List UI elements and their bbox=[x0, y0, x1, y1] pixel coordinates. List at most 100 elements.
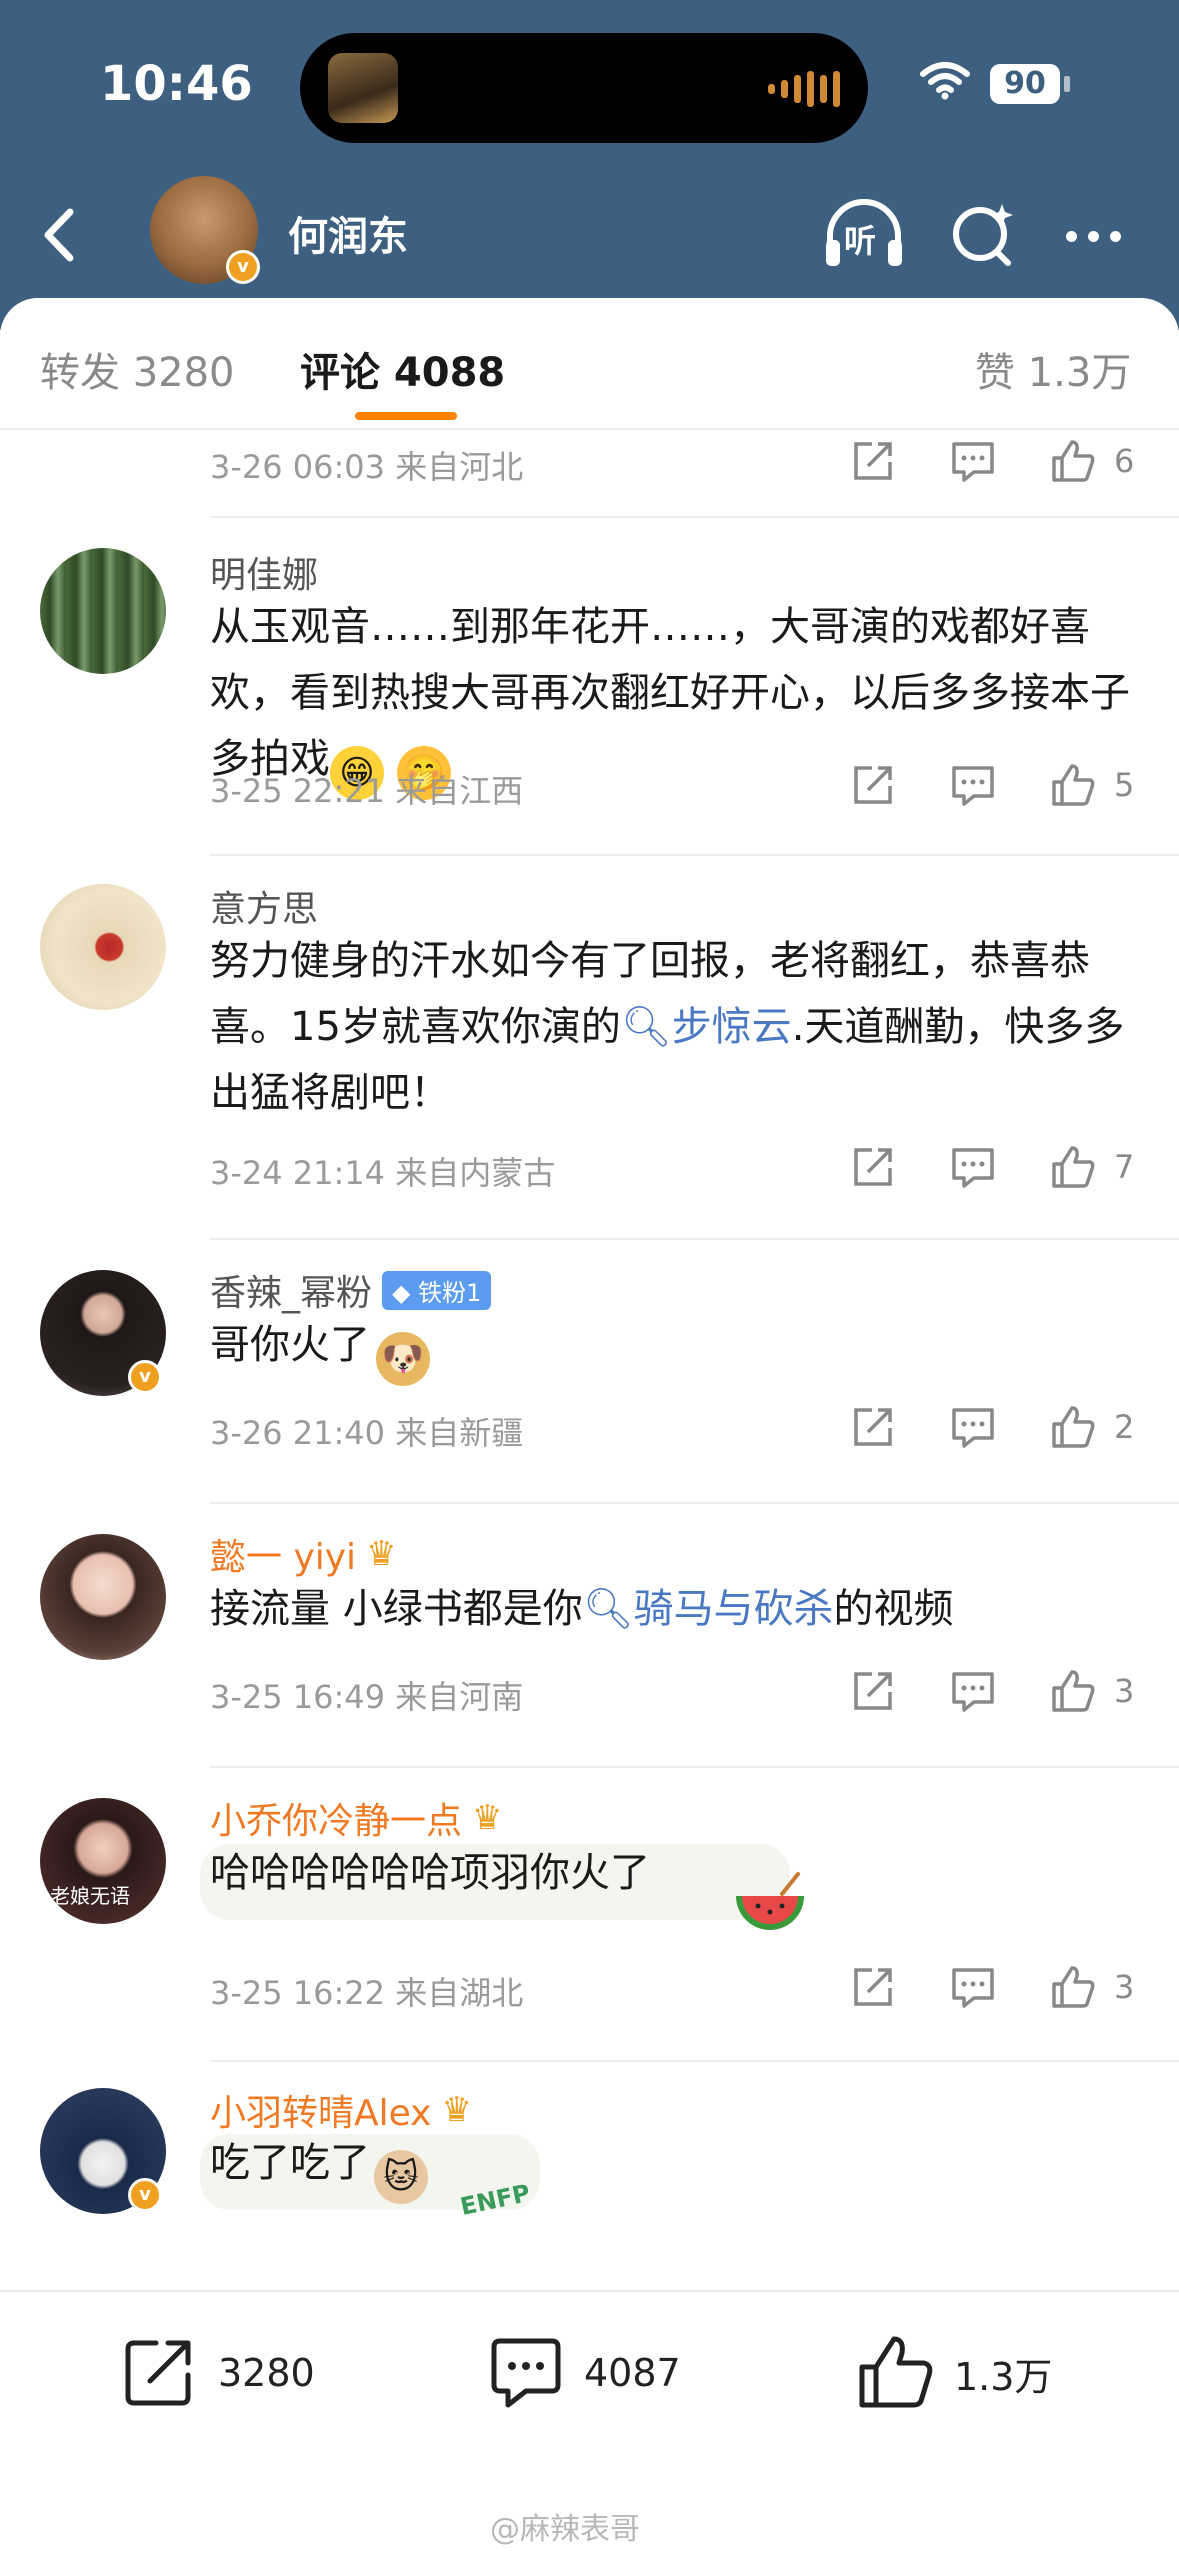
like-icon[interactable] bbox=[1050, 438, 1096, 484]
topic-label: 步惊云 bbox=[671, 1004, 792, 1050]
header: 10:46 90 v 何润东 听 bbox=[0, 0, 1179, 330]
commenter-avatar[interactable]: 老娘无语 bbox=[40, 1798, 166, 1924]
avatar-caption: 老娘无语 bbox=[50, 1884, 130, 1908]
share-icon[interactable] bbox=[850, 438, 896, 484]
divider bbox=[210, 1502, 1179, 1504]
commenter-name[interactable]: 小羽转晴Alex ♛ bbox=[210, 2084, 472, 2136]
like-count-total: 1.3万 bbox=[954, 2354, 1053, 2399]
back-icon[interactable] bbox=[30, 200, 100, 270]
comment-meta: 3-24 21:14 来自内蒙古 bbox=[210, 1154, 556, 1192]
crown-icon: ♛ bbox=[472, 1798, 503, 1838]
comment-text: 吃了吃了 🐱 bbox=[210, 2130, 1130, 2204]
comment-button[interactable]: 4087 bbox=[486, 2328, 681, 2418]
crown-icon: ♛ bbox=[366, 1534, 397, 1574]
listen-button[interactable]: 听 bbox=[822, 194, 906, 274]
comment-text-content: 吃了吃了 bbox=[210, 2140, 370, 2186]
commenter-name[interactable]: 香辣_幂粉 ◆ 铁粉1 bbox=[210, 1264, 492, 1316]
commenter-avatar[interactable] bbox=[40, 884, 166, 1010]
watermelon-sticker-icon bbox=[736, 1872, 804, 1930]
topic-link[interactable]: 🔍︎骑马与砍杀 bbox=[583, 1586, 834, 1632]
comment-text: 努力健身的汗水如今有了回报，老将翻红，恭喜恭喜。15岁就喜欢你演的🔍︎步惊云.天… bbox=[210, 928, 1130, 1126]
commenter-name[interactable]: 意方思 bbox=[210, 880, 318, 932]
comment-text-content: 哈哈哈哈哈哈项羽你火了 bbox=[210, 1850, 650, 1896]
share-icon[interactable] bbox=[850, 762, 896, 808]
comment-actions: 3 bbox=[840, 1964, 1160, 2024]
listen-label: 听 bbox=[844, 222, 877, 260]
search-icon[interactable] bbox=[948, 194, 1018, 274]
verified-badge-icon: v bbox=[226, 250, 260, 284]
status-bar: 10:46 90 bbox=[0, 0, 1179, 175]
like-icon[interactable] bbox=[1050, 1144, 1096, 1190]
comment-meta: 3-25 16:49 来自河南 bbox=[210, 1678, 524, 1716]
reply-icon[interactable] bbox=[950, 1964, 996, 2010]
divider bbox=[210, 1238, 1179, 1240]
more-options-icon[interactable] bbox=[1066, 216, 1136, 256]
comment-meta: 3-25 16:22 来自湖北 bbox=[210, 1974, 524, 2012]
topic-link[interactable]: 🔍︎步惊云 bbox=[621, 1004, 792, 1050]
commenter-name[interactable]: 小乔你冷静一点 ♛ bbox=[210, 1792, 503, 1844]
commenter-avatar[interactable] bbox=[40, 1534, 166, 1660]
like-count: 7 bbox=[1114, 1148, 1135, 1186]
comment-text: 哥你火了 🐶 bbox=[210, 1312, 1130, 1386]
commenter-avatar[interactable] bbox=[40, 548, 166, 674]
tab-like[interactable]: 赞 1.3万 bbox=[975, 340, 1131, 398]
reply-icon[interactable] bbox=[950, 1668, 996, 1714]
tab-comment[interactable]: 评论 4088 bbox=[300, 340, 505, 398]
comments-card: 转发 3280 评论 4088 赞 1.3万 3-26 06:03 来自河北 6… bbox=[0, 298, 1179, 2556]
topic-label: 骑马与砍杀 bbox=[633, 1586, 834, 1632]
like-icon[interactable] bbox=[1050, 1964, 1096, 2010]
reply-icon[interactable] bbox=[950, 1144, 996, 1190]
like-count: 3 bbox=[1114, 1968, 1135, 2006]
commenter-name[interactable]: 明佳娜 bbox=[210, 546, 318, 598]
comment-icon bbox=[491, 2338, 561, 2408]
watermark: @麻辣表哥 bbox=[490, 2512, 640, 2547]
wifi-icon bbox=[920, 62, 970, 100]
divider bbox=[210, 2060, 1179, 2062]
reply-icon[interactable] bbox=[950, 1404, 996, 1450]
comment-text: 哈哈哈哈哈哈项羽你火了 bbox=[210, 1840, 1130, 1906]
tab-bar: 转发 3280 评论 4088 赞 1.3万 bbox=[0, 298, 1179, 430]
commenter-name[interactable]: 懿一 yiyi ♛ bbox=[210, 1528, 397, 1580]
share-icon[interactable] bbox=[850, 1964, 896, 2010]
bottom-action-bar: 3280 4087 1.3万 @麻辣表哥 bbox=[0, 2290, 1179, 2556]
like-count: 6 bbox=[1114, 442, 1135, 480]
like-count: 2 bbox=[1114, 1408, 1135, 1446]
reply-icon[interactable] bbox=[950, 438, 996, 484]
like-count: 5 bbox=[1114, 766, 1135, 804]
share-icon[interactable] bbox=[850, 1668, 896, 1714]
crown-icon: ♛ bbox=[441, 2090, 472, 2130]
fan-level-badge: ◆ 铁粉1 bbox=[382, 1270, 492, 1310]
verified-badge-icon: v bbox=[128, 1360, 162, 1394]
like-icon[interactable] bbox=[1050, 762, 1096, 808]
comment-actions: 2 bbox=[840, 1404, 1160, 1464]
share-icon[interactable] bbox=[850, 1404, 896, 1450]
comment-count: 4087 bbox=[584, 2351, 681, 2395]
tab-repost[interactable]: 转发 3280 bbox=[40, 340, 235, 398]
active-tab-indicator bbox=[355, 412, 457, 420]
comment-actions: 5 bbox=[840, 762, 1160, 822]
cat-sticker-icon: 🐱 bbox=[374, 2150, 428, 2204]
like-icon[interactable] bbox=[1050, 1668, 1096, 1714]
like-icon[interactable] bbox=[1050, 1404, 1096, 1450]
author-name[interactable]: 何润东 bbox=[288, 204, 408, 262]
dynamic-island[interactable] bbox=[300, 33, 868, 143]
divider bbox=[210, 854, 1179, 856]
like-button[interactable]: 1.3万 bbox=[856, 2328, 1052, 2418]
comment-actions: 6 bbox=[840, 438, 1160, 498]
verified-badge-icon: v bbox=[128, 2178, 162, 2212]
author-avatar[interactable]: v bbox=[150, 176, 260, 284]
nav-bar: v 何润东 听 bbox=[0, 170, 1179, 300]
repost-button[interactable]: 3280 bbox=[120, 2328, 315, 2418]
battery-tip bbox=[1064, 76, 1070, 92]
comment-text-part: 的视频 bbox=[833, 1586, 954, 1632]
commenter-name-text: 懿一 yiyi bbox=[210, 1537, 357, 1578]
share-icon[interactable] bbox=[850, 1144, 896, 1190]
divider bbox=[210, 516, 1179, 518]
comment-text: 接流量 小绿书都是你🔍︎骑马与砍杀的视频 bbox=[210, 1576, 1130, 1642]
fan-level-label: 铁粉1 bbox=[418, 1278, 482, 1307]
like-icon bbox=[859, 2336, 933, 2408]
comment-actions: 7 bbox=[840, 1144, 1160, 1204]
audio-wave-icon bbox=[768, 71, 840, 107]
comment-feed[interactable]: 3-26 06:03 来自河北 6 明佳娜 从玉观音……到那年花开……，大哥演的… bbox=[0, 430, 1179, 2290]
reply-icon[interactable] bbox=[950, 762, 996, 808]
